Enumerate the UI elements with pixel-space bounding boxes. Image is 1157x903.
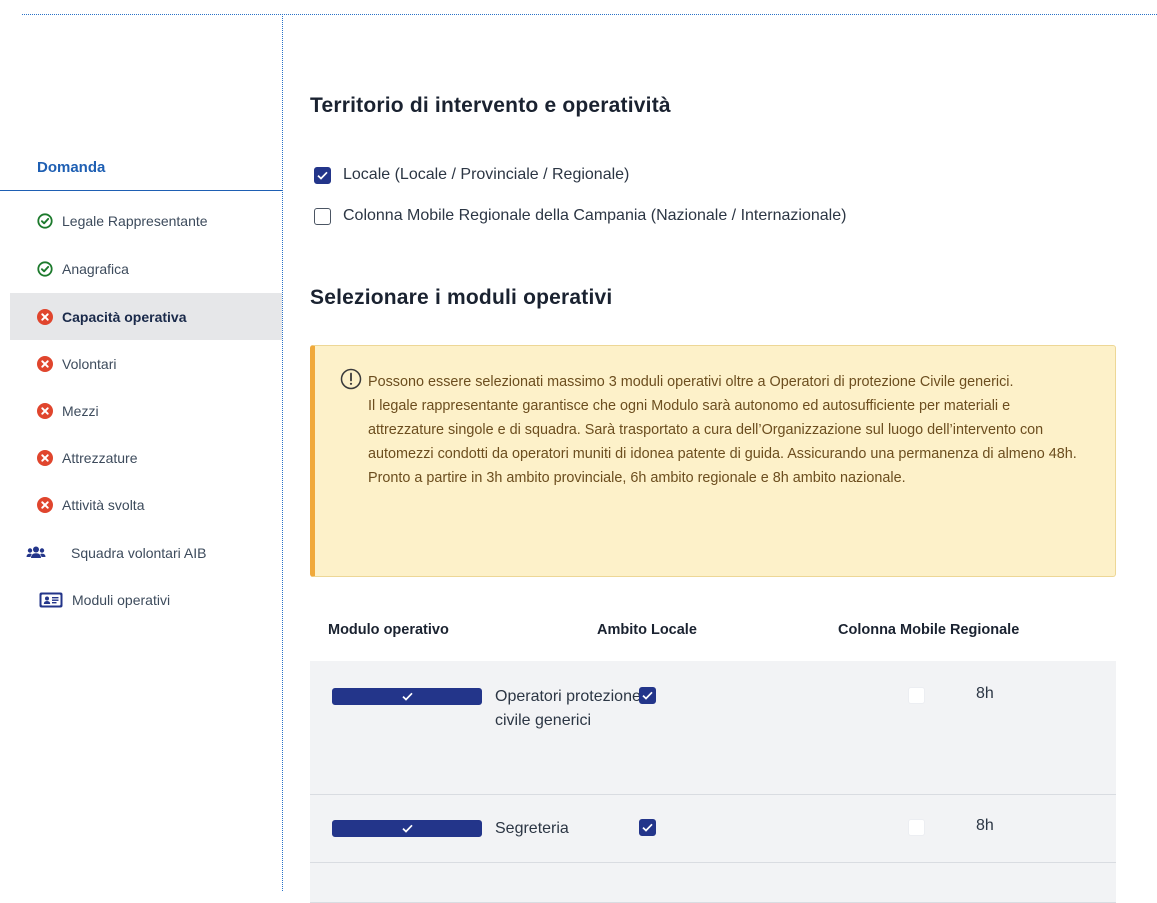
- sidebar-header-label: Domanda: [37, 159, 106, 176]
- sidebar-item-label: Moduli operativi: [72, 591, 171, 608]
- alert-line-1: Possono essere selezionati massimo 3 mod…: [368, 374, 1014, 390]
- sidebar-item-capacita-operativa[interactable]: Capacità operativa: [10, 293, 282, 340]
- sidebar-item-attrezzature[interactable]: Attrezzature: [10, 434, 282, 481]
- option-locale[interactable]: Locale (Locale / Provinciale / Regionale…: [314, 166, 629, 184]
- sidebar-divider: [282, 14, 283, 891]
- checkbox-checked[interactable]: [314, 166, 331, 184]
- module-cell: Operatori protezione civile generici: [332, 685, 645, 733]
- sidebar-item-label: Legale Rappresentante: [62, 212, 208, 229]
- ambito-locale-checkbox[interactable]: [639, 687, 656, 704]
- option-colonna-mobile[interactable]: Colonna Mobile Regionale della Campania …: [314, 207, 846, 225]
- sidebar-item-moduli-operativi[interactable]: Moduli operativi: [10, 576, 282, 623]
- table-row: Segreteria 8h: [310, 795, 1116, 863]
- hours-label: 8h: [976, 817, 994, 834]
- sidebar-item-label: Capacità operativa: [62, 308, 187, 325]
- option-label: Locale (Locale / Provinciale / Regionale…: [343, 166, 630, 183]
- module-select-checkbox[interactable]: [332, 688, 482, 705]
- sidebar-item-label: Attività svolta: [62, 496, 145, 513]
- sidebar-item-squadra-volontari-aib[interactable]: Squadra volontari AIB: [10, 529, 282, 576]
- module-name: Operatori protezione civile generici: [495, 688, 641, 729]
- check-circle-icon: [37, 212, 53, 229]
- modules-title: Selezionare i moduli operativi: [310, 286, 613, 309]
- ambito-locale-checkbox[interactable]: [639, 819, 656, 836]
- colonna-mobile-checkbox[interactable]: [908, 819, 925, 836]
- sidebar-item-label: Attrezzature: [62, 449, 138, 466]
- ambito-locale-cell: [639, 819, 668, 837]
- sidebar: Domanda Legale Rappresentante Anagrafica…: [0, 0, 282, 891]
- territory-title: Territorio di intervento e operatività: [310, 94, 671, 117]
- error-circle-icon: [37, 402, 53, 419]
- error-circle-icon: [37, 496, 53, 513]
- module-name: Segreteria: [495, 820, 569, 837]
- info-exclamation-icon: [340, 368, 362, 395]
- sidebar-header: Domanda: [0, 150, 282, 191]
- table-row: [310, 863, 1116, 903]
- hours-label: 8h: [976, 685, 994, 702]
- column-header-colonna-mobile: Colonna Mobile Regionale: [838, 622, 1020, 638]
- sidebar-item-label: Anagrafica: [62, 260, 129, 277]
- users-icon: [26, 545, 46, 561]
- colonna-mobile-cell: [908, 819, 937, 841]
- sidebar-item-label: Squadra volontari AIB: [71, 544, 207, 561]
- sidebar-item-anagrafica[interactable]: Anagrafica: [10, 245, 282, 292]
- sidebar-item-label: Mezzi: [62, 402, 99, 419]
- alert-line-2: Il legale rappresentante garantisce che …: [368, 398, 1077, 486]
- table-row: Operatori protezione civile generici 8h: [310, 661, 1116, 795]
- checkbox-unchecked[interactable]: [314, 207, 331, 225]
- info-alert: Possono essere selezionati massimo 3 mod…: [310, 345, 1116, 577]
- sidebar-item-volontari[interactable]: Volontari: [10, 340, 282, 387]
- id-card-icon: [39, 592, 63, 608]
- column-header-modulo: Modulo operativo: [328, 622, 449, 638]
- sidebar-item-label: Volontari: [62, 355, 117, 372]
- colonna-mobile-cell: [908, 687, 937, 709]
- error-circle-icon: [37, 308, 53, 325]
- sidebar-item-legale-rappresentante[interactable]: Legale Rappresentante: [10, 197, 282, 244]
- error-circle-icon: [37, 449, 53, 466]
- option-label: Colonna Mobile Regionale della Campania …: [343, 207, 847, 224]
- table-header: Modulo operativo Ambito Locale Colonna M…: [310, 605, 1116, 662]
- sidebar-item-attivita-svolta[interactable]: Attività svolta: [10, 481, 282, 528]
- module-cell: Segreteria: [332, 817, 645, 841]
- column-header-ambito-locale: Ambito Locale: [597, 622, 697, 638]
- module-select-checkbox[interactable]: [332, 820, 482, 837]
- check-circle-icon: [37, 260, 53, 277]
- ambito-locale-cell: [639, 687, 668, 705]
- sidebar-item-mezzi[interactable]: Mezzi: [10, 387, 282, 434]
- colonna-mobile-checkbox[interactable]: [908, 687, 925, 704]
- error-circle-icon: [37, 355, 53, 372]
